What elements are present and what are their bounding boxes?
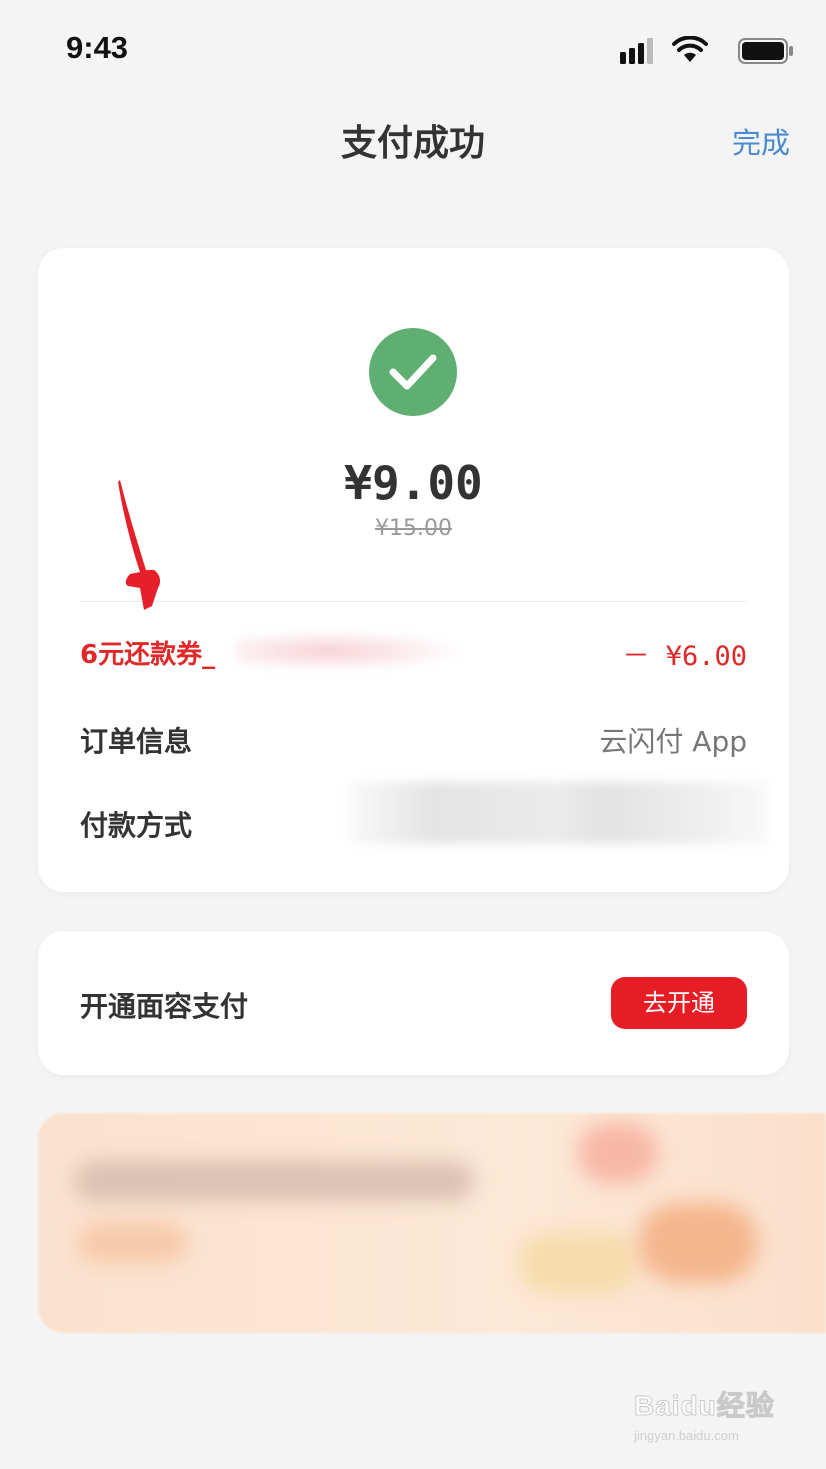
face-pay-card: 开通面容支付 去开通 bbox=[38, 931, 789, 1075]
battery-icon bbox=[738, 38, 793, 64]
baidu-watermark: Baidu经验 jingyan.baidu.com bbox=[634, 1384, 784, 1454]
payment-method-redaction bbox=[349, 782, 769, 844]
status-time: 9:43 bbox=[66, 30, 129, 65]
promo-banner[interactable] bbox=[38, 1113, 826, 1333]
pointing-hand-annotation-icon bbox=[118, 480, 161, 610]
watermark-logo-text: Baidu经验 bbox=[634, 1390, 775, 1422]
order-info-label: 订单信息 bbox=[80, 725, 193, 758]
payment-method-row: 付款方式 bbox=[80, 782, 769, 846]
coupon-name-redaction bbox=[236, 630, 466, 672]
promo-blur-tag bbox=[78, 1223, 188, 1263]
check-circle-icon bbox=[369, 328, 457, 416]
promo-blur-graphic bbox=[578, 1123, 658, 1183]
promo-blur-text bbox=[74, 1161, 474, 1201]
face-pay-label: 开通面容支付 bbox=[80, 990, 249, 1023]
payment-method-label: 付款方式 bbox=[80, 809, 193, 842]
status-bar: 9:43 bbox=[0, 0, 826, 95]
signal-icon bbox=[620, 38, 653, 64]
coupon-row: 6元还款券_ － ¥6.00 bbox=[80, 626, 747, 676]
nav-bar: 支付成功 完成 bbox=[0, 100, 826, 180]
coupon-label: 6元还款券_ bbox=[80, 640, 216, 670]
order-info-value: 云闪付 App bbox=[599, 725, 747, 758]
divider bbox=[80, 601, 747, 602]
done-button[interactable]: 完成 bbox=[732, 120, 790, 162]
wifi-icon bbox=[672, 36, 708, 62]
promo-blur-graphic bbox=[638, 1203, 758, 1283]
promo-blur-graphic bbox=[518, 1233, 638, 1293]
order-info-row[interactable]: 订单信息 云闪付 App bbox=[80, 712, 747, 762]
page-title: 支付成功 bbox=[340, 123, 485, 164]
coupon-discount-value: － ¥6.00 bbox=[622, 641, 747, 672]
watermark-url: jingyan.baidu.com bbox=[634, 1428, 739, 1443]
enable-face-pay-button[interactable]: 去开通 bbox=[611, 977, 747, 1029]
status-icons bbox=[614, 34, 794, 66]
